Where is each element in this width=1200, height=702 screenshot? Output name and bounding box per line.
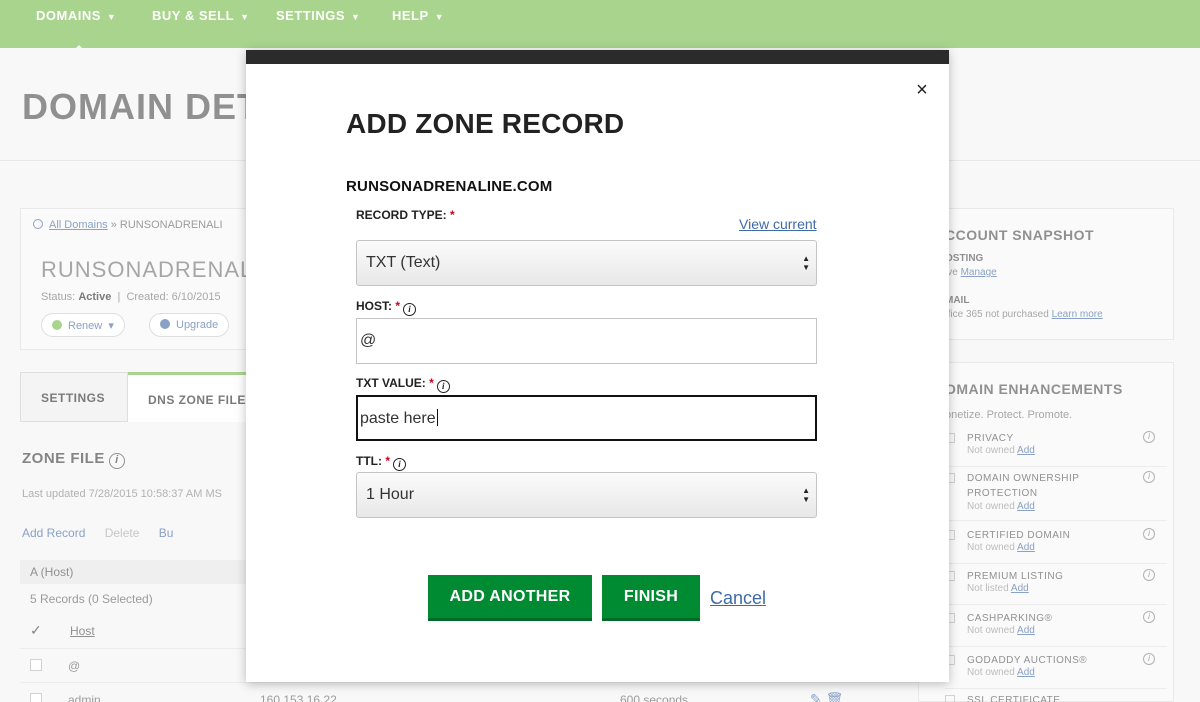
add-zone-record-modal: × ADD ZONE RECORD RUNSONADRENALINE.COM R… [246, 50, 949, 682]
modal-domain-name: RUNSONADRENALINE.COM [346, 178, 553, 195]
required-mark: * [450, 208, 455, 222]
txt-value-input-value: paste here [360, 410, 436, 427]
record-type-select[interactable]: TXT (Text) ▲ ▼ [356, 240, 817, 286]
record-type-label-text: RECORD TYPE: [356, 208, 447, 222]
cancel-link[interactable]: Cancel [710, 588, 766, 609]
host-label: HOST: * i [356, 299, 417, 316]
ttl-label: TTL: * i [356, 454, 407, 471]
txt-value-input[interactable]: paste here [356, 395, 817, 441]
add-another-button[interactable]: ADD ANOTHER [428, 575, 592, 621]
host-input-value: @ [360, 332, 377, 349]
info-icon[interactable]: i [436, 380, 450, 393]
info-icon[interactable]: i [393, 458, 407, 471]
ttl-value: 1 Hour [366, 486, 415, 503]
text-caret [436, 409, 438, 426]
ttl-label-text: TTL: [356, 454, 382, 468]
required-mark: * [395, 299, 401, 313]
record-type-label: RECORD TYPE: * [356, 208, 455, 222]
record-type-value: TXT (Text) [366, 254, 441, 271]
close-icon[interactable]: × [910, 78, 934, 102]
select-arrows-icon: ▲ ▼ [802, 486, 810, 504]
ttl-select[interactable]: 1 Hour ▲ ▼ [356, 472, 817, 518]
required-mark: * [429, 376, 434, 390]
txt-value-label-text: TXT VALUE: [356, 376, 426, 390]
required-mark: * [385, 454, 391, 468]
host-label-text: HOST: [356, 299, 392, 313]
host-input[interactable]: @ [356, 318, 817, 364]
txt-value-label: TXT VALUE: * i [356, 376, 450, 393]
info-icon[interactable]: i [403, 303, 417, 316]
modal-top-bar [246, 50, 949, 64]
modal-title: ADD ZONE RECORD [346, 108, 625, 139]
view-current-link[interactable]: View current [739, 216, 817, 232]
finish-button[interactable]: FINISH [602, 575, 700, 621]
select-arrows-icon: ▲ ▼ [802, 254, 810, 272]
